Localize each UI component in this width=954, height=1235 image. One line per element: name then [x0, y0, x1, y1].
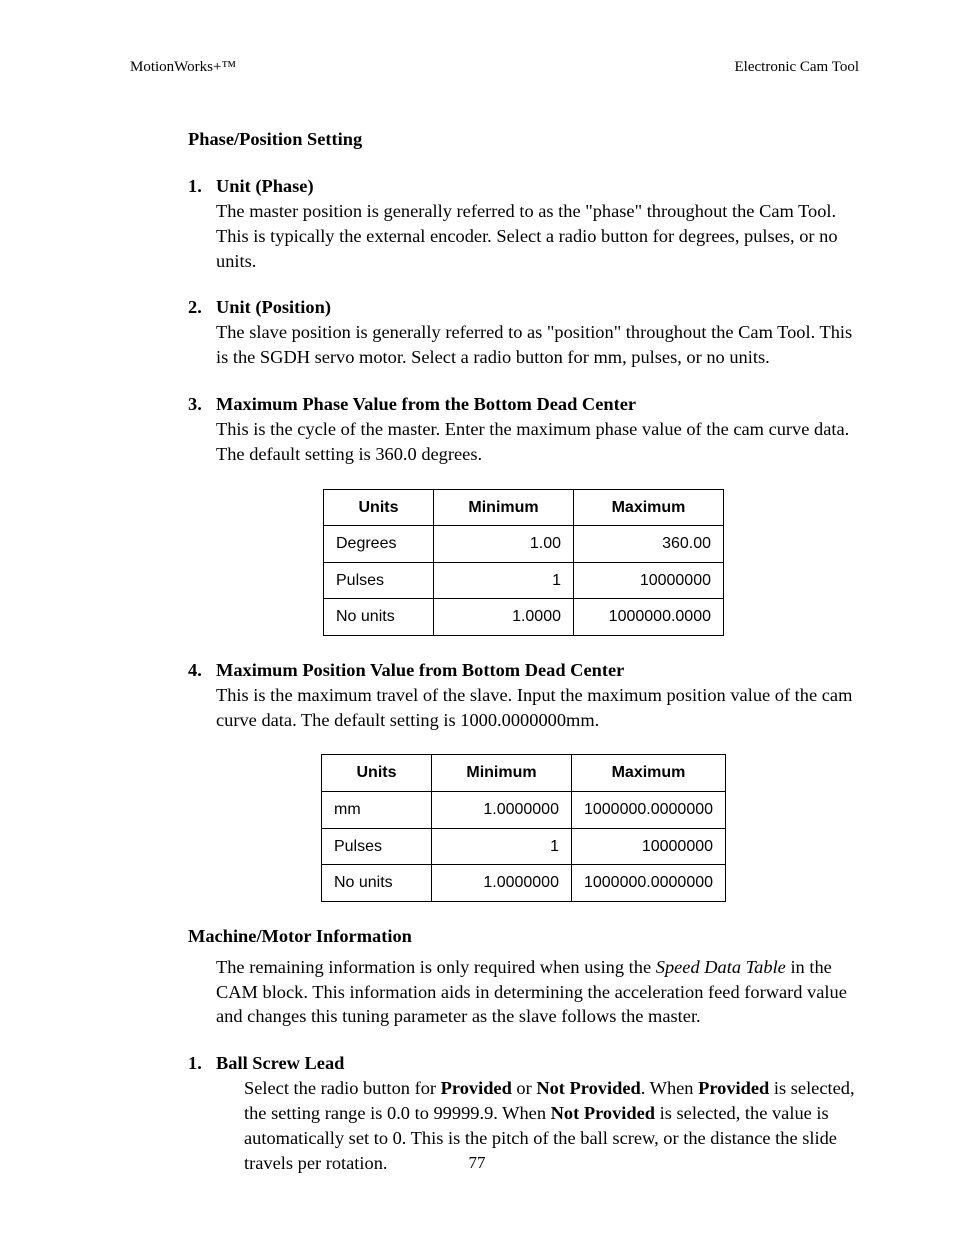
col-minimum: Minimum — [434, 489, 574, 526]
intro-italic: Speed Data Table — [656, 957, 786, 977]
cell-units: Degrees — [324, 526, 434, 563]
table-row: No units 1.0000000 1000000.0000000 — [321, 865, 725, 902]
list-number: 1. — [188, 174, 216, 273]
cell-max: 1000000.0000000 — [571, 792, 725, 829]
content: Phase/Position Setting 1. Unit (Phase) T… — [130, 127, 859, 1175]
header-right: Electronic Cam Tool — [735, 57, 859, 77]
phase-value-table: Units Minimum Maximum Degrees 1.00 360.0… — [323, 489, 724, 636]
list-item-max-phase: 3. Maximum Phase Value from the Bottom D… — [188, 392, 859, 467]
cell-units: Pulses — [321, 828, 431, 865]
bold-segment: Provided — [698, 1078, 769, 1098]
cell-min: 1.00 — [434, 526, 574, 563]
col-maximum: Maximum — [571, 755, 725, 792]
list-number: 4. — [188, 658, 216, 733]
table-row: Pulses 1 10000000 — [321, 828, 725, 865]
text-segment: or — [512, 1078, 537, 1098]
list-title: Maximum Phase Value from the Bottom Dead… — [216, 392, 859, 417]
section-heading-phase-position: Phase/Position Setting — [188, 127, 859, 152]
list-item-unit-position: 2. Unit (Position) The slave position is… — [188, 295, 859, 370]
list-title: Maximum Position Value from Bottom Dead … — [216, 658, 859, 683]
cell-max: 10000000 — [571, 828, 725, 865]
cell-min: 1 — [431, 828, 571, 865]
table-header-row: Units Minimum Maximum — [324, 489, 724, 526]
col-minimum: Minimum — [431, 755, 571, 792]
cell-max: 1000000.0000 — [574, 599, 724, 636]
list-text: This is the maximum travel of the slave.… — [216, 683, 859, 733]
cell-min: 1.0000000 — [431, 865, 571, 902]
running-head: MotionWorks+™ Electronic Cam Tool — [130, 57, 859, 77]
list-item-unit-phase: 1. Unit (Phase) The master position is g… — [188, 174, 859, 273]
list-number: 3. — [188, 392, 216, 467]
list-title: Unit (Position) — [216, 295, 859, 320]
list-text: The master position is generally referre… — [216, 199, 859, 274]
machine-motor-intro: The remaining information is only requir… — [216, 955, 859, 1030]
cell-units: Pulses — [324, 562, 434, 599]
cell-units: No units — [321, 865, 431, 902]
cell-units: No units — [324, 599, 434, 636]
list-title: Unit (Phase) — [216, 174, 859, 199]
table-row: No units 1.0000 1000000.0000 — [324, 599, 724, 636]
intro-text-pre: The remaining information is only requir… — [216, 957, 656, 977]
page-number: 77 — [0, 1152, 954, 1175]
section-heading-machine-motor: Machine/Motor Information — [188, 924, 859, 949]
col-units: Units — [324, 489, 434, 526]
cell-max: 10000000 — [574, 562, 724, 599]
table-row: Degrees 1.00 360.00 — [324, 526, 724, 563]
cell-max: 1000000.0000000 — [571, 865, 725, 902]
text-segment: Select the radio button for — [244, 1078, 441, 1098]
cell-min: 1.0000000 — [431, 792, 571, 829]
table-row: Pulses 1 10000000 — [324, 562, 724, 599]
table-row: mm 1.0000000 1000000.0000000 — [321, 792, 725, 829]
list-item-max-position: 4. Maximum Position Value from Bottom De… — [188, 658, 859, 733]
list-text: The slave position is generally referred… — [216, 320, 859, 370]
cell-units: mm — [321, 792, 431, 829]
bold-segment: Provided — [441, 1078, 512, 1098]
list-text: This is the cycle of the master. Enter t… — [216, 417, 859, 467]
text-segment: . When — [641, 1078, 698, 1098]
col-maximum: Maximum — [574, 489, 724, 526]
cell-min: 1.0000 — [434, 599, 574, 636]
col-units: Units — [321, 755, 431, 792]
header-left: MotionWorks+™ — [130, 57, 236, 77]
bold-segment: Not Provided — [536, 1078, 640, 1098]
cell-max: 360.00 — [574, 526, 724, 563]
list-title: Ball Screw Lead — [216, 1051, 859, 1076]
table-header-row: Units Minimum Maximum — [321, 755, 725, 792]
bold-segment: Not Provided — [551, 1103, 655, 1123]
position-value-table: Units Minimum Maximum mm 1.0000000 10000… — [321, 754, 726, 901]
cell-min: 1 — [434, 562, 574, 599]
list-number: 2. — [188, 295, 216, 370]
